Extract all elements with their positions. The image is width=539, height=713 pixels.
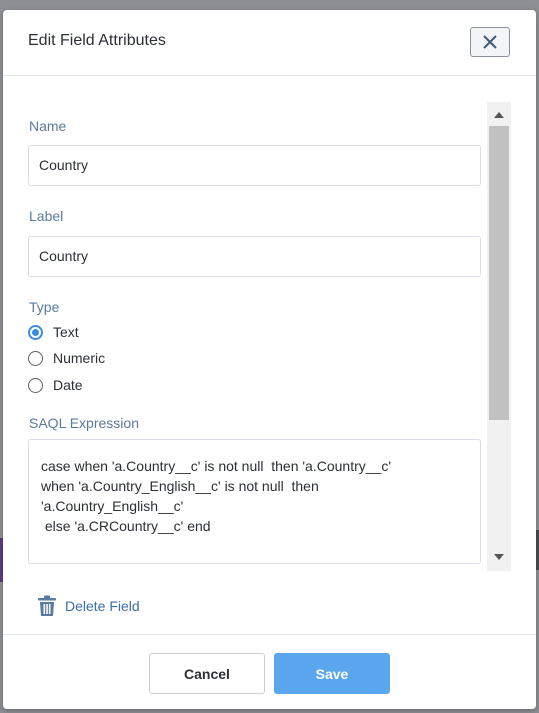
- label-label: Label: [29, 208, 64, 224]
- scroll-down-icon[interactable]: [494, 554, 504, 560]
- save-button[interactable]: Save: [274, 653, 390, 694]
- type-option-date[interactable]: Date: [28, 375, 83, 395]
- scrollbar-thumb[interactable]: [489, 126, 509, 420]
- dialog-header: Edit Field Attributes: [3, 10, 536, 76]
- cancel-button[interactable]: Cancel: [149, 653, 265, 694]
- delete-field-link[interactable]: Delete Field: [37, 595, 140, 617]
- radio-text-label: Text: [53, 324, 79, 340]
- radio-text[interactable]: [28, 324, 43, 340]
- radio-numeric[interactable]: [28, 350, 43, 366]
- close-button[interactable]: [470, 27, 510, 57]
- edit-field-dialog: Edit Field Attributes Name Country Label…: [3, 10, 536, 709]
- scrollbar[interactable]: [487, 102, 511, 571]
- close-icon: [483, 35, 497, 49]
- scroll-up-icon[interactable]: [494, 112, 504, 118]
- name-label: Name: [29, 118, 67, 134]
- trash-icon: [38, 595, 56, 616]
- form-scroll-area[interactable]: Name Country Label Country Type Text Num…: [3, 76, 486, 644]
- delete-field-label: Delete Field: [65, 598, 140, 614]
- saql-label: SAQL Expression: [29, 415, 139, 431]
- radio-date[interactable]: [28, 377, 43, 393]
- type-option-text[interactable]: Text: [28, 322, 79, 342]
- dialog-footer: Cancel Save: [3, 634, 536, 709]
- dialog-title: Edit Field Attributes: [28, 32, 166, 49]
- type-label: Type: [29, 299, 60, 315]
- type-option-numeric[interactable]: Numeric: [28, 348, 105, 368]
- label-field[interactable]: Country: [28, 236, 481, 277]
- saql-expression-field[interactable]: case when 'a.Country__c' is not null the…: [28, 439, 481, 564]
- name-field[interactable]: Country: [28, 145, 481, 186]
- radio-date-label: Date: [53, 377, 83, 393]
- radio-numeric-label: Numeric: [53, 350, 106, 366]
- dialog-body: Name Country Label Country Type Text Num…: [3, 76, 536, 644]
